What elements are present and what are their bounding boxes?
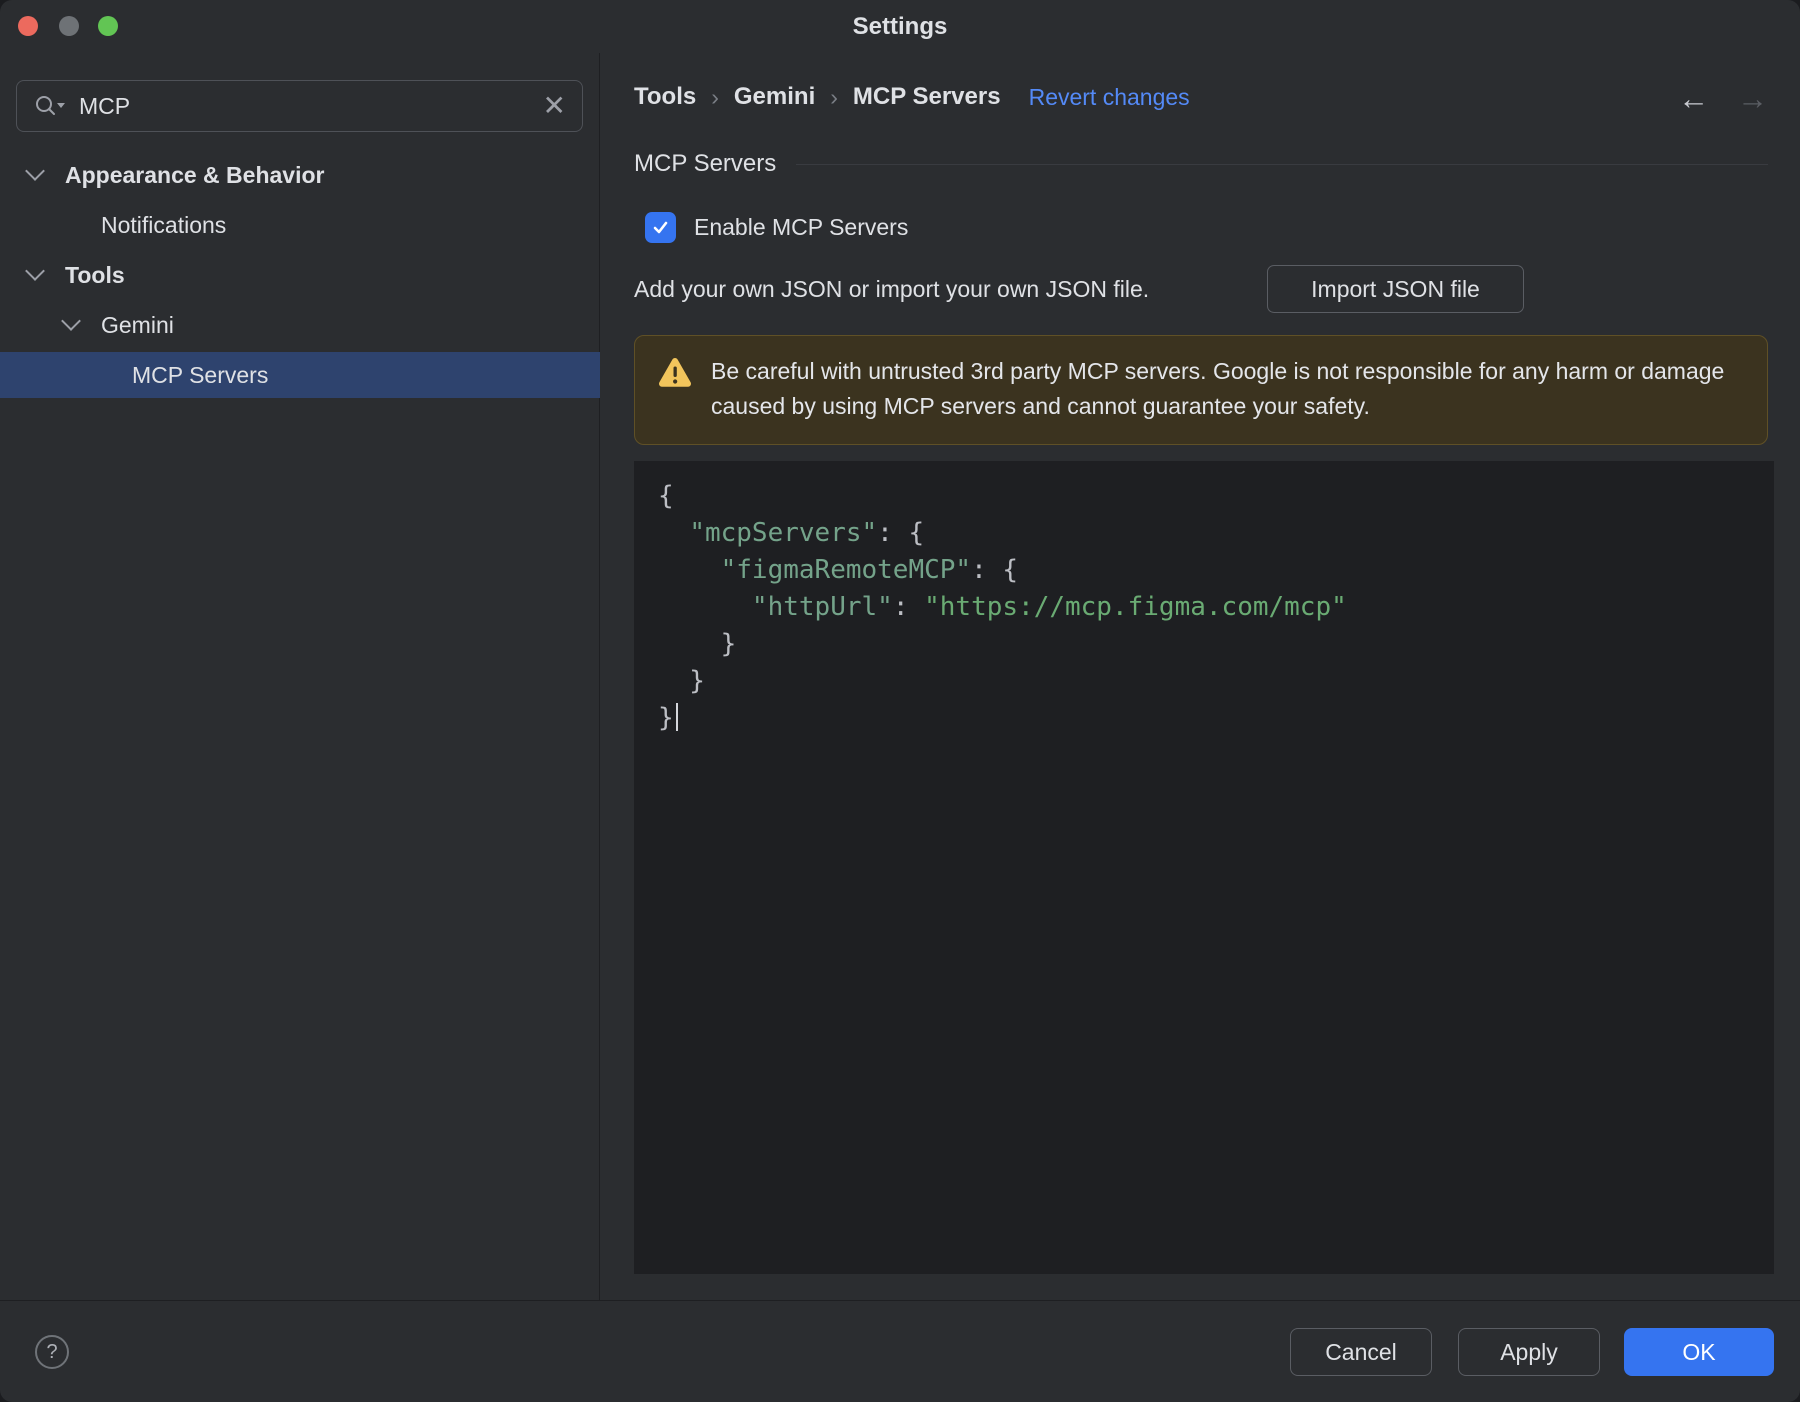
section-divider bbox=[796, 163, 1768, 165]
enable-mcp-label: Enable MCP Servers bbox=[694, 214, 909, 240]
code-line: "httpUrl": "https://mcp.figma.com/mcp" bbox=[658, 589, 1774, 626]
sidebar-item-label: Notifications bbox=[101, 211, 227, 238]
window-title: Settings bbox=[852, 12, 948, 40]
revert-changes-link[interactable]: Revert changes bbox=[1029, 84, 1190, 111]
ok-button[interactable]: OK bbox=[1624, 1328, 1774, 1376]
code-token: "figmaRemoteMCP" bbox=[720, 555, 972, 585]
sidebar: ✕ Appearance & Behavior Notifications Tool… bbox=[0, 53, 600, 1300]
warning-text: Be careful with untrusted 3rd party MCP … bbox=[711, 358, 1725, 419]
chevron-down-icon[interactable] bbox=[25, 261, 45, 281]
sidebar-item-mcp-servers[interactable]: MCP Servers bbox=[0, 352, 600, 398]
code-token: { bbox=[658, 481, 674, 511]
titlebar: Settings bbox=[0, 0, 1800, 53]
section-header: MCP Servers bbox=[634, 150, 1768, 178]
code-token: } bbox=[658, 629, 737, 659]
enable-mcp-checkbox[interactable] bbox=[645, 212, 676, 243]
code-line: "mcpServers": { bbox=[658, 515, 1774, 552]
sidebar-item-appearance-behavior[interactable]: Appearance & Behavior bbox=[0, 152, 600, 198]
breadcrumb-item[interactable]: Tools bbox=[634, 83, 696, 111]
sidebar-item-label: Gemini bbox=[101, 311, 174, 338]
search-icon bbox=[33, 93, 67, 119]
search-input[interactable] bbox=[77, 91, 533, 121]
code-line: } bbox=[658, 626, 1774, 663]
import-json-button[interactable]: Import JSON file bbox=[1267, 265, 1524, 313]
chevron-down-icon[interactable] bbox=[25, 161, 45, 181]
breadcrumb: Tools › Gemini › MCP Servers bbox=[634, 83, 1001, 111]
code-line: } bbox=[658, 700, 1774, 737]
apply-button[interactable]: Apply bbox=[1458, 1328, 1600, 1376]
help-label: ? bbox=[46, 1340, 58, 1363]
sidebar-item-label: Appearance & Behavior bbox=[65, 161, 325, 188]
code-token: : { bbox=[971, 555, 1019, 585]
code-token: "httpUrl" bbox=[751, 592, 893, 622]
back-arrow-icon[interactable]: ← bbox=[1678, 83, 1709, 114]
sidebar-item-tools[interactable]: Tools bbox=[0, 252, 600, 298]
forward-arrow-icon[interactable]: → bbox=[1737, 83, 1768, 114]
sidebar-item-label: Tools bbox=[65, 261, 125, 288]
breadcrumb-item[interactable]: MCP Servers bbox=[853, 83, 1001, 111]
section-title: MCP Servers bbox=[634, 150, 777, 177]
footer-divider bbox=[0, 1300, 1800, 1301]
checkmark-icon bbox=[653, 221, 668, 234]
sidebar-item-notifications[interactable]: Notifications bbox=[0, 202, 600, 248]
code-token: : { bbox=[877, 518, 925, 548]
history-nav: ← → bbox=[1678, 83, 1768, 114]
breadcrumb-separator-icon: › bbox=[830, 83, 838, 110]
sidebar-item-gemini[interactable]: Gemini bbox=[0, 302, 600, 348]
code-token: "mcpServers" bbox=[689, 518, 878, 548]
sidebar-item-label: MCP Servers bbox=[132, 361, 269, 388]
warning-icon bbox=[657, 356, 693, 444]
code-token: "https://mcp.figma.com/mcp" bbox=[924, 592, 1347, 622]
cancel-button[interactable]: Cancel bbox=[1290, 1328, 1432, 1376]
main-content: Tools › Gemini › MCP Servers Revert changes … bbox=[601, 53, 1800, 1300]
settings-window: Settings ✕ Appearance & Behavior Notifica… bbox=[0, 0, 1800, 1402]
text-cursor bbox=[675, 703, 678, 731]
code-line: } bbox=[658, 663, 1774, 700]
help-button[interactable]: ? bbox=[35, 1335, 69, 1369]
search-box[interactable]: ✕ bbox=[16, 80, 583, 132]
enable-mcp-row: Enable MCP Servers bbox=[645, 212, 908, 243]
warning-banner: Be careful with untrusted 3rd party MCP … bbox=[634, 335, 1768, 445]
code-token: } bbox=[658, 703, 674, 733]
json-editor-code: { "mcpServers": { "figmaRemoteMCP": { "h… bbox=[634, 461, 1774, 737]
code-token: } bbox=[658, 666, 705, 696]
settings-tree: Appearance & Behavior Notifications Tools G… bbox=[0, 152, 600, 402]
breadcrumb-separator-icon: › bbox=[711, 83, 719, 110]
chevron-down-icon[interactable] bbox=[61, 311, 81, 331]
breadcrumb-item[interactable]: Gemini bbox=[734, 83, 815, 111]
code-token: : bbox=[892, 592, 925, 622]
code-line: "figmaRemoteMCP": { bbox=[658, 552, 1774, 589]
clear-search-icon[interactable]: ✕ bbox=[543, 92, 566, 120]
breadcrumb-row: Tools › Gemini › MCP Servers Revert changes bbox=[634, 83, 1190, 111]
json-editor[interactable]: { "mcpServers": { "figmaRemoteMCP": { "h… bbox=[634, 461, 1774, 1274]
import-hint: Add your own JSON or import your own JSO… bbox=[634, 275, 1150, 302]
code-line: { bbox=[658, 478, 1774, 515]
